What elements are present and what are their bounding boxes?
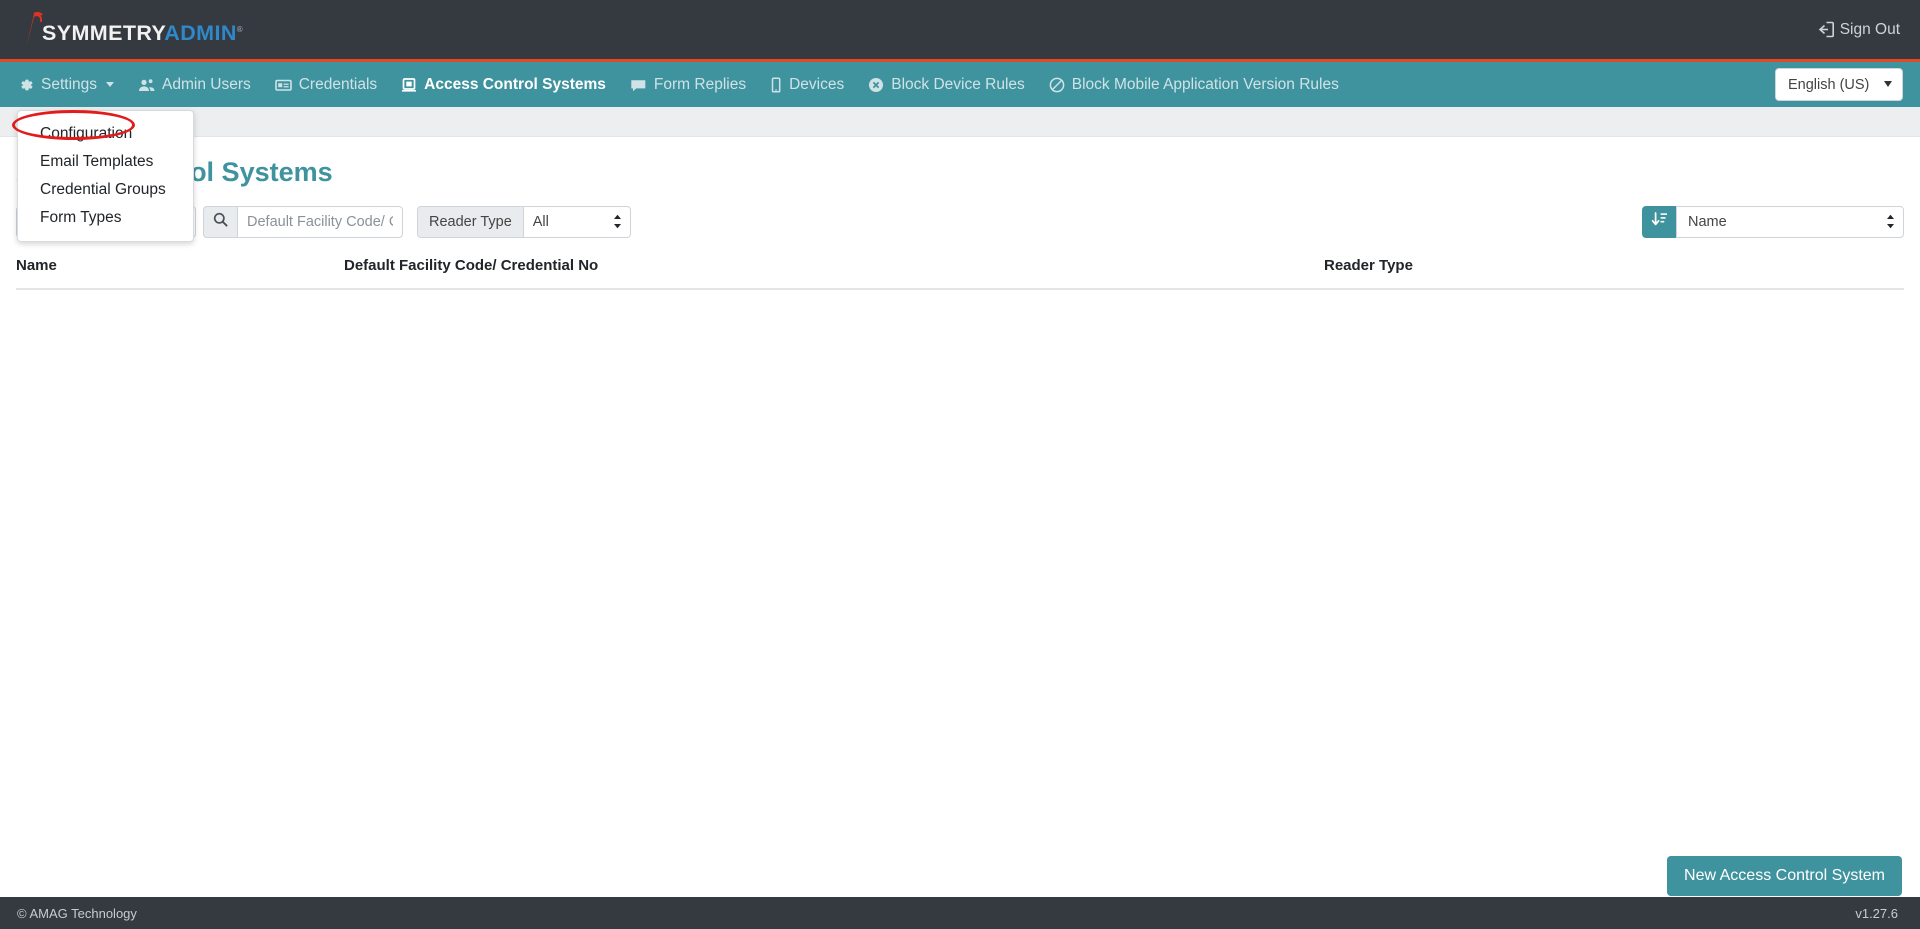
search-group <box>203 205 403 238</box>
brand-trademark: ® <box>236 24 244 34</box>
id-card-icon <box>274 77 292 93</box>
brand-text-symmetry: SYMMETRY <box>42 21 165 45</box>
nav-item-admin-users[interactable]: Admin Users <box>126 62 263 107</box>
search-button[interactable] <box>203 205 237 238</box>
footer: © AMAG Technology v1.27.6 <box>0 897 1920 929</box>
door-panel-icon <box>401 77 417 93</box>
nav-item-devices[interactable]: Devices <box>758 62 856 107</box>
nav-item-devices-label: Devices <box>789 75 845 93</box>
nav-item-form-replies[interactable]: Form Replies <box>618 62 758 107</box>
sign-out-button[interactable]: Sign Out <box>1817 21 1900 39</box>
menu-item-configuration[interactable]: Configuration <box>18 120 193 148</box>
sort-select-wrap: Name <box>1676 205 1904 238</box>
magnifier-icon <box>213 212 228 232</box>
nav-item-form-replies-label: Form Replies <box>653 75 747 93</box>
nav-item-admin-users-label: Admin Users <box>162 75 251 93</box>
comment-icon <box>630 77 647 93</box>
reader-type-filter: Reader Type All <box>417 205 631 238</box>
times-circle-icon <box>868 77 884 93</box>
nav-item-settings-label: Settings <box>41 75 98 93</box>
nav-item-block-mobile-application-version-rules-label: Block Mobile Application Version Rules <box>1071 75 1339 93</box>
menu-item-credential-groups[interactable]: Credential Groups <box>18 176 193 204</box>
column-header-default-facility-code[interactable]: Default Facility Code/ Credential No <box>344 257 1324 274</box>
nav-item-settings[interactable]: Settings <box>0 62 126 107</box>
nav-item-block-mobile-application-version-rules[interactable]: Block Mobile Application Version Rules <box>1037 62 1351 107</box>
search-input[interactable] <box>237 205 403 238</box>
nav-item-credentials[interactable]: Credentials <box>263 62 389 107</box>
menu-item-email-templates[interactable]: Email Templates <box>18 148 193 176</box>
mobile-icon <box>770 76 782 93</box>
sort-amount-down-icon <box>1651 211 1668 232</box>
sort-field-select[interactable]: Name <box>1676 205 1904 238</box>
table-body <box>0 290 1920 830</box>
language-select[interactable]: English (US) <box>1775 68 1903 101</box>
footer-copyright: © AMAG Technology <box>17 905 137 921</box>
access-control-systems-table: Name Default Facility Code/ Credential N… <box>0 251 1920 281</box>
reader-type-select-wrap: All <box>522 205 631 238</box>
reader-type-label: Reader Type <box>417 205 523 238</box>
column-header-reader-type[interactable]: Reader Type <box>1324 257 1904 274</box>
main-content: Access Control Systems Reader Type All <box>0 137 1920 896</box>
breadcrumb-band <box>0 107 1920 137</box>
sort-direction-button[interactable] <box>1642 205 1676 238</box>
filter-toolbar: Reader Type All <box>0 205 1920 239</box>
new-access-control-system-row: New Access Control System <box>1667 856 1902 896</box>
sign-out-icon <box>1817 21 1834 38</box>
top-bar: SYMMETRYADMIN® Sign Out <box>0 0 1920 59</box>
users-icon <box>138 77 155 93</box>
reader-type-select[interactable]: All <box>522 205 631 238</box>
sign-out-label: Sign Out <box>1839 20 1900 38</box>
brand-text: SYMMETRYADMIN® <box>42 21 244 45</box>
new-access-control-system-button[interactable]: New Access Control System <box>1667 856 1902 896</box>
page-title: Access Control Systems <box>16 157 333 187</box>
table-header-row: Name Default Facility Code/ Credential N… <box>16 251 1904 281</box>
nav-items: Settings Admin Users Credentials Access … <box>0 62 1351 107</box>
brand-text-admin: ADMIN <box>164 21 237 45</box>
language-selector[interactable]: English (US) <box>1775 68 1903 101</box>
nav-item-access-control-systems[interactable]: Access Control Systems <box>389 62 618 107</box>
nav-item-access-control-systems-label: Access Control Systems <box>424 75 606 93</box>
menu-item-form-types[interactable]: Form Types <box>18 204 193 232</box>
settings-dropdown-menu: Configuration Email Templates Credential… <box>17 110 194 242</box>
sort-control: Name <box>1642 205 1904 238</box>
nav-item-block-device-rules-label: Block Device Rules <box>891 75 1025 93</box>
gear-icon <box>18 77 34 93</box>
brand-logo: SYMMETRYADMIN® <box>20 10 247 50</box>
chevron-down-icon <box>106 82 115 87</box>
nav-item-credentials-label: Credentials <box>298 75 378 93</box>
ban-icon <box>1049 77 1065 93</box>
footer-version: v1.27.6 <box>1855 905 1898 921</box>
column-header-name[interactable]: Name <box>16 257 344 274</box>
nav-item-block-device-rules[interactable]: Block Device Rules <box>856 62 1037 107</box>
main-navigation: Settings Admin Users Credentials Access … <box>0 59 1920 107</box>
